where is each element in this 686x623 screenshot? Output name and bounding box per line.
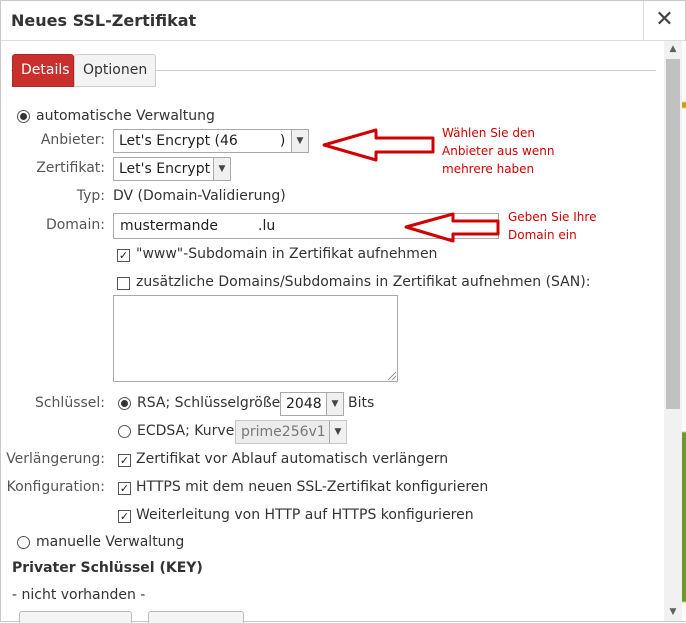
provider-annotation-line: Anbieter aus wenn <box>442 144 555 158</box>
provider-annotation: Wählen Sie den Anbieter aus wenn mehrere… <box>442 124 554 178</box>
domain-annotation-line: Geben Sie Ihre <box>508 210 597 224</box>
provider-annotation-line: Wählen Sie den <box>442 126 535 140</box>
domain-annotation-line: Domain ein <box>508 228 577 242</box>
provider-arrow-icon <box>322 128 435 162</box>
ssl-certificate-dialog: Neues SSL-Zertifikat ✕ ▲ ▼ Details Optio… <box>0 0 686 623</box>
provider-annotation-line: mehrere haben <box>442 162 535 176</box>
annotation-arrows <box>322 128 500 243</box>
domain-arrow-icon <box>404 212 500 243</box>
domain-annotation: Geben Sie Ihre Domain ein <box>508 208 596 244</box>
